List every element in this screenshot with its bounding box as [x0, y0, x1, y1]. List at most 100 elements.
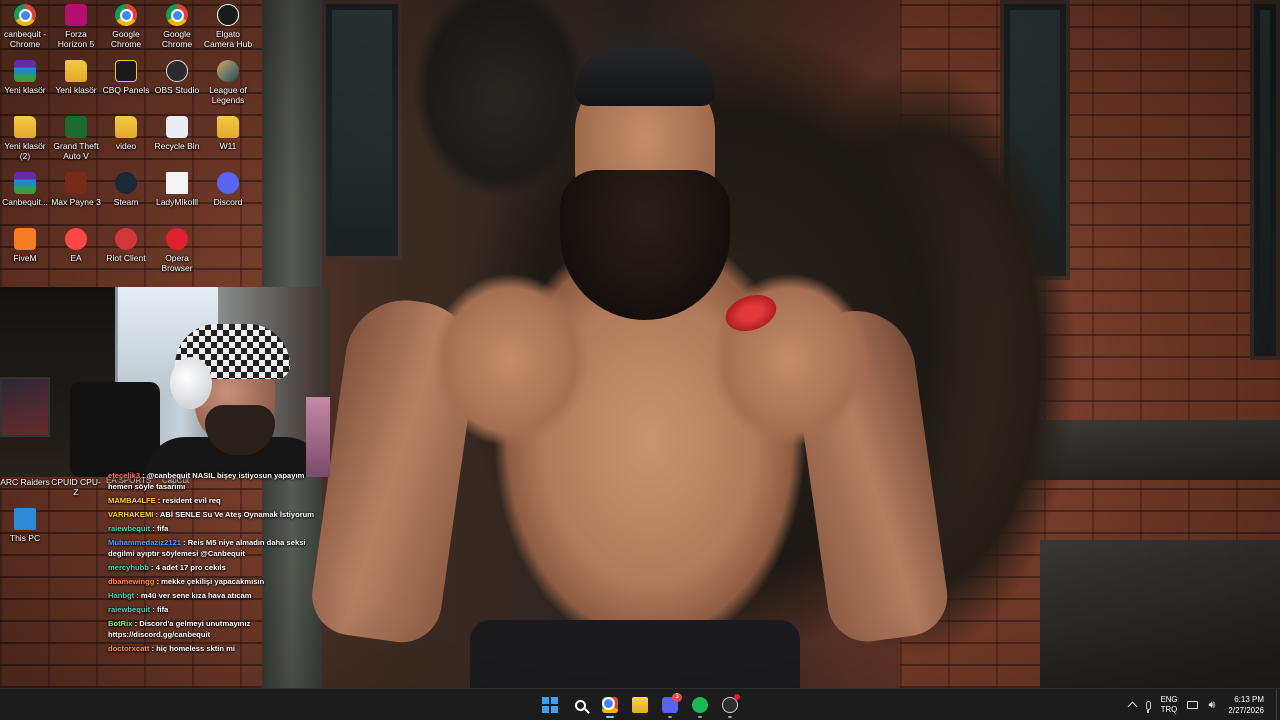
- chat-message: BotRix : Discord'a gelmeyi unutmayınız h…: [104, 618, 326, 640]
- chat-username: raiewbequit: [108, 524, 151, 533]
- winrar-icon: [14, 172, 36, 194]
- man-cap: [575, 46, 715, 106]
- desktop-icon-label: CPUID CPU-Z: [51, 477, 101, 497]
- chat-message: raiewbequit : fifa: [104, 604, 326, 615]
- taskbar-spotify-button[interactable]: [688, 692, 712, 718]
- desktop-icon-opera[interactable]: Opera Browser: [152, 228, 202, 284]
- chat-username: VARHAKEMI: [108, 510, 154, 519]
- desktop-icon-label: Opera Browser: [161, 253, 193, 273]
- desktop-icon-chrome[interactable]: Google Chrome: [152, 4, 202, 60]
- desktop-icon-label: Yeni klasör: [55, 85, 97, 95]
- volume-button[interactable]: 🔊︎: [1208, 698, 1215, 712]
- ea-icon: [65, 228, 87, 250]
- chat-username: dbamewingg: [108, 577, 155, 586]
- taskbar-apps: 3: [538, 689, 742, 720]
- desktop-icon-obs[interactable]: OBS Studio: [152, 60, 202, 116]
- desktop-icon-label: canbequit - Chrome: [3, 29, 47, 49]
- desktop-icon-ea[interactable]: EA: [51, 228, 101, 284]
- desktop-icon-recycle-bin[interactable]: Recycle Bin: [152, 116, 202, 172]
- language-code: ENG: [1160, 695, 1178, 704]
- chrome-icon: [115, 4, 137, 26]
- desktop-icon-label: FiveM: [13, 253, 37, 263]
- taskbar-file-explorer-button[interactable]: [628, 692, 652, 718]
- discord-notification-badge: 3: [672, 693, 682, 702]
- desktop-icon-label: Elgato Camera Hub: [203, 29, 253, 49]
- start-button[interactable]: [538, 692, 562, 718]
- spotify-icon: [692, 697, 708, 713]
- taskbar-obs-button[interactable]: [718, 692, 742, 718]
- chat-username: Hanbgt: [108, 591, 135, 600]
- chat-username: Muhammedaziz2121: [108, 538, 182, 547]
- webcam-pink-object: [306, 397, 330, 477]
- desktop-icon-steam[interactable]: Steam: [101, 172, 151, 228]
- headphones-icon: [170, 357, 212, 409]
- show-desktop-button[interactable]: [1276, 689, 1280, 720]
- desktop-icon-folder[interactable]: Yeni klasör: [51, 60, 101, 116]
- desktop-icon-label: This PC: [9, 533, 41, 543]
- chat-text: resident evil req: [162, 496, 221, 505]
- desktop-icon-max-payne[interactable]: Max Payne 3: [51, 172, 101, 228]
- desktop-icon-label: Yeni klasör (2): [4, 141, 46, 161]
- desktop-icon-label: Discord: [213, 197, 243, 207]
- desktop-icon-discord[interactable]: Discord: [203, 172, 253, 228]
- desktop-icon-label: Riot Client: [106, 253, 146, 263]
- show-hidden-icons-button[interactable]: [1127, 700, 1138, 712]
- winrar-icon: [14, 60, 36, 82]
- search-icon: [574, 699, 586, 711]
- chat-separator: :: [140, 471, 147, 480]
- speaker-icon: 🔊︎: [1208, 698, 1216, 711]
- search-button[interactable]: [568, 692, 592, 718]
- desktop-icon-label: League of Legends: [209, 85, 247, 105]
- language-switcher[interactable]: ENG TRQ: [1161, 695, 1178, 715]
- desktop-icon-riot[interactable]: Riot Client: [101, 228, 151, 284]
- network-icon: [1187, 701, 1199, 709]
- max-payne-icon: [65, 172, 87, 194]
- desktop-icon-winrar[interactable]: Canbequit...: [0, 172, 50, 228]
- document-icon: [166, 172, 188, 194]
- taskbar: 3 ENG TRQ 🔊︎ 6:13 PM 2/27/2026: [0, 688, 1280, 720]
- chat-text: hiç homeless sktin mi: [156, 644, 236, 653]
- taskbar-discord-button[interactable]: 3: [658, 692, 682, 718]
- desktop-icon-label: OBS Studio: [154, 85, 200, 95]
- building-window: [1250, 0, 1280, 360]
- network-button[interactable]: [1187, 701, 1199, 709]
- chat-message: doctorxcatt : hiç homeless sktin mi: [104, 643, 326, 654]
- opera-icon: [166, 228, 188, 250]
- chat-text: fifa: [156, 524, 169, 533]
- man-pants: [470, 620, 800, 688]
- chat-separator: :: [148, 563, 156, 572]
- desktop-icon-winrar[interactable]: Yeni klasör: [0, 60, 50, 116]
- desktop-icon-chrome[interactable]: Google Chrome: [101, 4, 151, 60]
- desktop-icon-label: W11: [219, 141, 237, 151]
- chat-message: mercyhubb : 4 adet 17 pro cekıls: [104, 562, 326, 573]
- desktop-icon-this-pc[interactable]: This PC: [0, 508, 50, 564]
- desktop-icon-document[interactable]: LadyMikolll: [152, 172, 202, 228]
- microphone-button[interactable]: [1145, 700, 1151, 713]
- clock-button[interactable]: 6:13 PM 2/27/2026: [1228, 694, 1264, 716]
- desktop-icon-label: Recycle Bin: [154, 141, 200, 151]
- desktop-icon-label: LadyMikolll: [155, 197, 199, 207]
- chat-username: raiewbequit: [108, 605, 151, 614]
- desktop-icon-label: Grand Theft Auto V: [53, 141, 99, 161]
- windows-start-icon: [542, 697, 558, 713]
- chat-text: fifa: [156, 605, 169, 614]
- keyboard-layout: TRQ: [1160, 705, 1178, 714]
- desktop-icon-forza[interactable]: Forza Horizon 5: [51, 4, 101, 60]
- desktop-icon-folder[interactable]: video: [101, 116, 151, 172]
- desktop-icon-elgato[interactable]: Elgato Camera Hub: [203, 4, 253, 60]
- desktop-icon-label: ARC Raiders: [0, 477, 50, 487]
- desktop-icon-label: video: [115, 141, 137, 151]
- desktop-icon-chrome[interactable]: canbequit - Chrome: [0, 4, 50, 60]
- obs-icon: [166, 60, 188, 82]
- desktop-icon-league[interactable]: League of Legends: [203, 60, 253, 116]
- discord-icon: [217, 172, 239, 194]
- desktop-icon-folder[interactable]: Yeni klasör (2): [0, 116, 50, 172]
- taskbar-chrome-button[interactable]: [598, 692, 622, 718]
- desktop-icon-fivem[interactable]: FiveM: [0, 228, 50, 284]
- desktop-icon-folder[interactable]: W11: [203, 116, 253, 172]
- desktop-icon-gta[interactable]: Grand Theft Auto V: [51, 116, 101, 172]
- chat-message: raiewbequit : fifa: [104, 523, 326, 534]
- chat-text: mekke çekilişi yapacakmısın: [161, 577, 265, 586]
- desktop-icon-label: Forza Horizon 5: [57, 29, 95, 49]
- desktop-icon-cbq[interactable]: CBQ Panels: [101, 60, 151, 116]
